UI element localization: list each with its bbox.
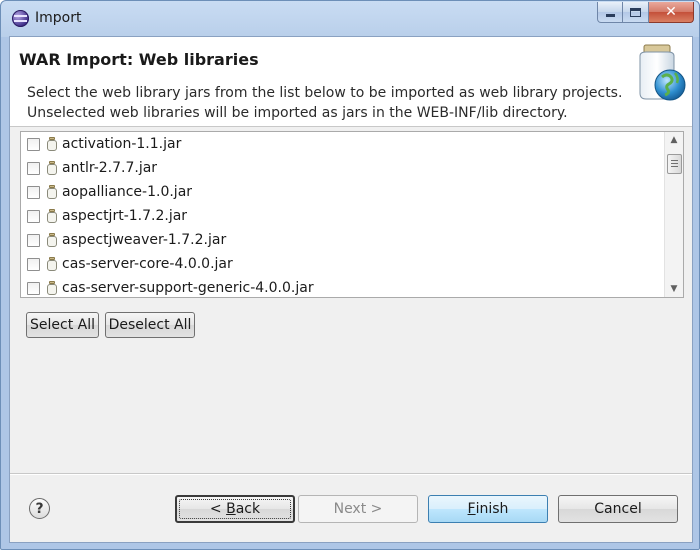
jar-icon [47, 161, 57, 175]
page-description: Select the web library jars from the lis… [27, 83, 622, 123]
scroll-down-arrow-icon[interactable]: ▼ [665, 281, 683, 297]
jar-icon [47, 209, 57, 223]
library-name: cas-server-support-generic-4.0.0.jar [62, 280, 314, 296]
library-name: aopalliance-1.0.jar [62, 184, 193, 200]
page-title: WAR Import: Web libraries [19, 50, 259, 69]
window-controls: ✕ [597, 2, 694, 24]
library-name: aspectjweaver-1.7.2.jar [62, 232, 227, 248]
close-icon: ✕ [665, 4, 677, 20]
library-checkbox[interactable] [27, 161, 40, 175]
close-button[interactable]: ✕ [649, 2, 694, 23]
web-library-rows: activation-1.1.jar antlr-2.7.7.jar aopalli… [21, 132, 661, 297]
maximize-button[interactable] [623, 2, 649, 23]
list-item[interactable]: cas-server-support-generic-4.0.0.jar [21, 276, 661, 297]
title-bar[interactable]: Import ✕ [1, 1, 699, 35]
web-library-list[interactable]: activation-1.1.jar antlr-2.7.7.jar aopalli… [20, 131, 684, 298]
library-checkbox[interactable] [27, 281, 40, 295]
eclipse-icon [12, 10, 29, 27]
library-name: activation-1.1.jar [62, 136, 182, 152]
jar-icon [47, 137, 57, 151]
jar-icon [47, 257, 57, 271]
list-item[interactable]: aspectjweaver-1.7.2.jar [21, 228, 661, 252]
window-title: Import [35, 10, 82, 26]
finish-button-mnemonic: F [467, 501, 476, 517]
library-name: aspectjrt-1.7.2.jar [62, 208, 188, 224]
list-item[interactable]: aspectjrt-1.7.2.jar [21, 204, 661, 228]
jar-icon [47, 233, 57, 247]
back-button-label-rest: ack [235, 501, 261, 517]
jar-icon [47, 281, 57, 295]
wizard-header: WAR Import: Web libraries Select the web… [10, 37, 692, 127]
maximize-icon [630, 7, 641, 17]
library-checkbox[interactable] [27, 137, 40, 151]
deselect-all-button[interactable]: Deselect All [105, 312, 195, 338]
list-item[interactable]: antlr-2.7.7.jar [21, 156, 661, 180]
library-checkbox[interactable] [27, 185, 40, 199]
import-dialog: Import ✕ WAR Import: Web libraries Selec… [0, 0, 700, 550]
list-item[interactable]: aopalliance-1.0.jar [21, 180, 661, 204]
jar-icon [47, 185, 57, 199]
description-line-2: Unselected web libraries will be importe… [27, 105, 568, 121]
library-checkbox[interactable] [27, 257, 40, 271]
back-button-prefix: < [209, 501, 227, 517]
finish-button-label-rest: inish [475, 501, 509, 517]
library-name: antlr-2.7.7.jar [62, 160, 158, 176]
list-item[interactable]: activation-1.1.jar [21, 132, 661, 156]
select-all-button[interactable]: Select All [26, 312, 99, 338]
minimize-button[interactable] [597, 2, 623, 23]
back-button[interactable]: < Back [175, 495, 295, 523]
dialog-client-area: WAR Import: Web libraries Select the web… [9, 36, 693, 543]
footer-separator [10, 473, 692, 475]
back-button-mnemonic: B [226, 501, 236, 517]
description-line-1: Select the web library jars from the lis… [27, 85, 623, 101]
list-item[interactable]: cas-server-core-4.0.0.jar [21, 252, 661, 276]
web-library-jar-globe-icon [639, 44, 686, 101]
library-checkbox[interactable] [27, 233, 40, 247]
cancel-button[interactable]: Cancel [558, 495, 678, 523]
library-checkbox[interactable] [27, 209, 40, 223]
list-vertical-scrollbar[interactable]: ▲ ▼ [664, 132, 683, 297]
minimize-icon [605, 13, 615, 17]
next-button[interactable]: Next > [298, 495, 418, 523]
scrollbar-thumb[interactable] [667, 154, 682, 174]
scroll-up-arrow-icon[interactable]: ▲ [665, 132, 683, 148]
finish-button[interactable]: Finish [428, 495, 548, 523]
library-name: cas-server-core-4.0.0.jar [62, 256, 233, 272]
help-icon[interactable]: ? [29, 498, 50, 519]
